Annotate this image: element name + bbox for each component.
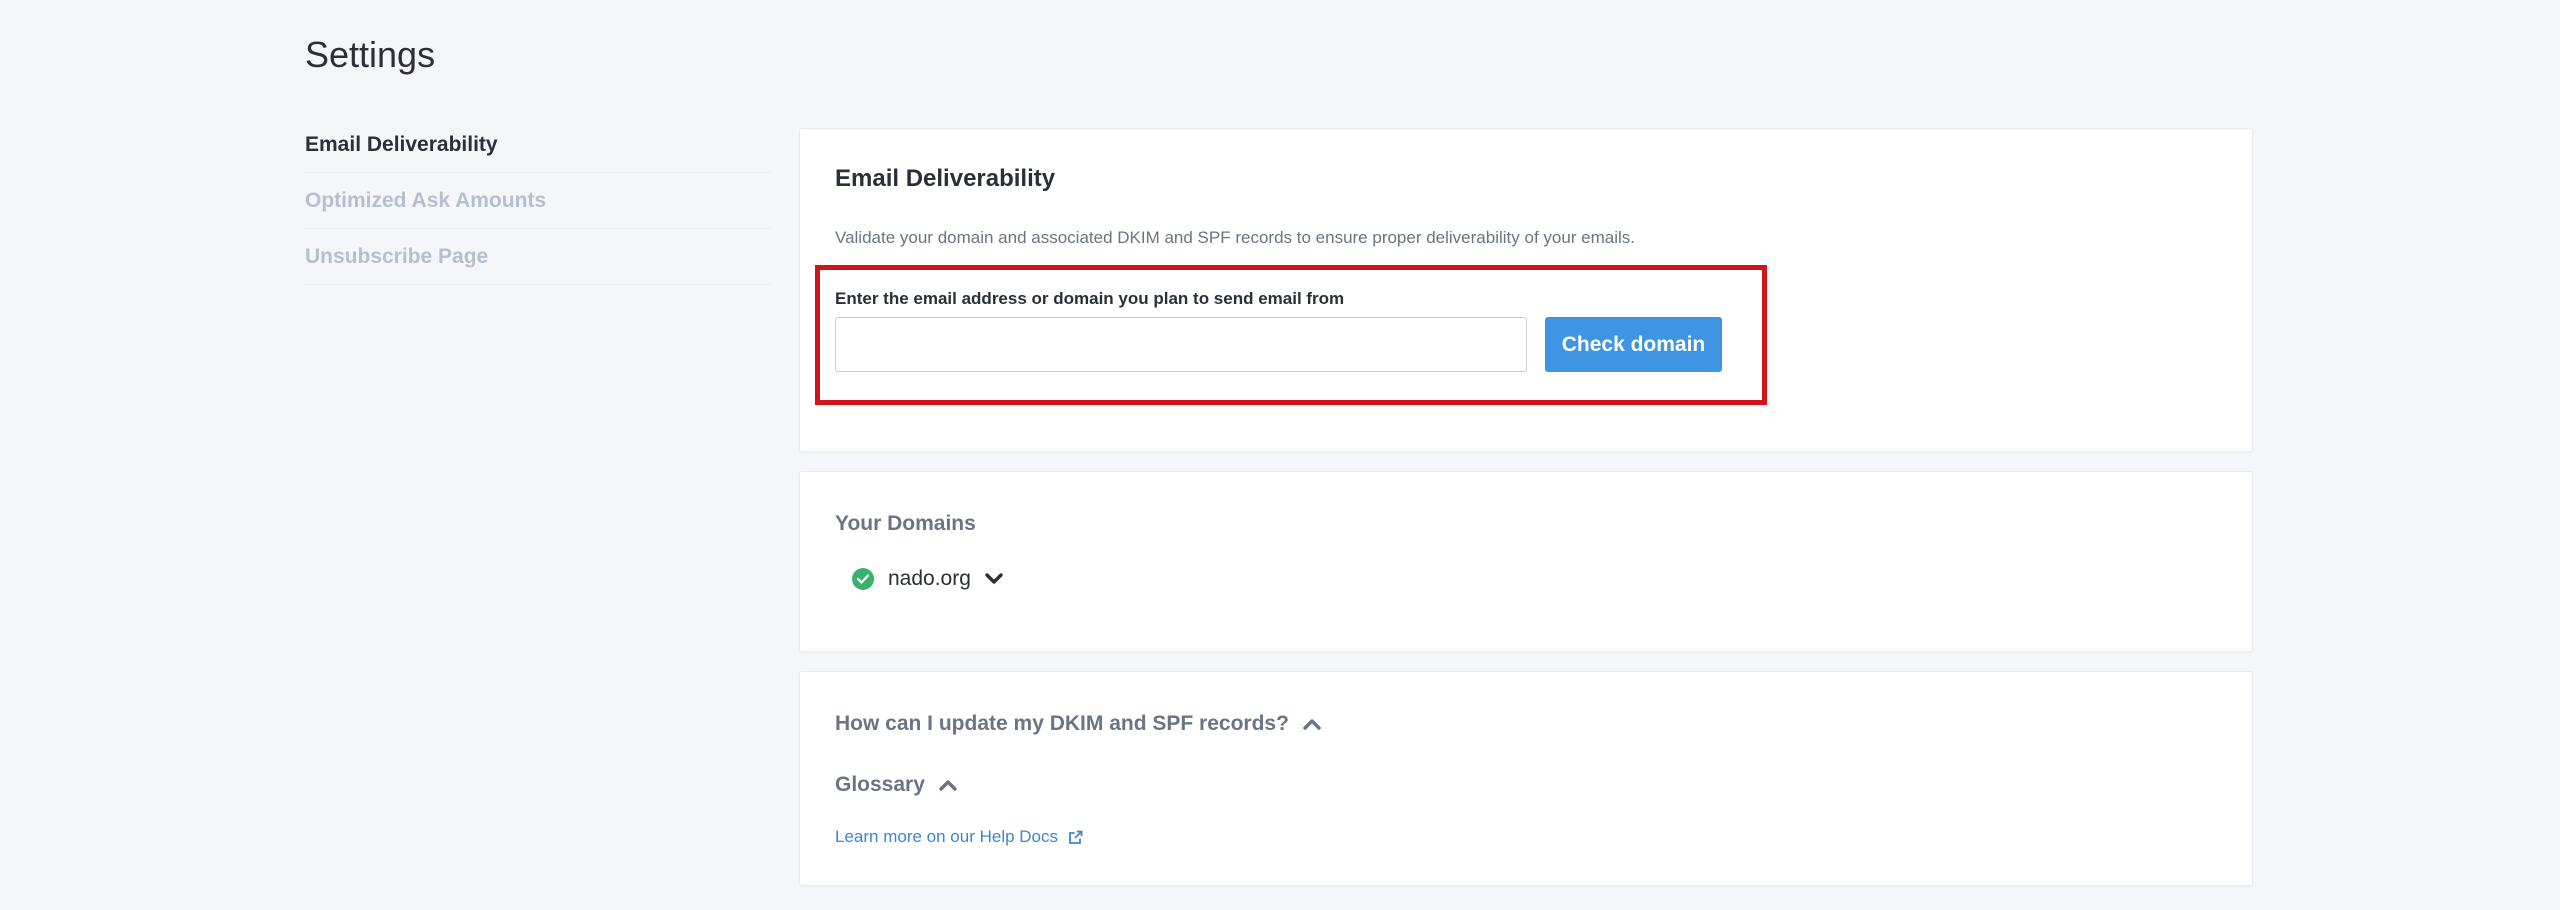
sidebar-item-email-deliverability[interactable]: Email Deliverability bbox=[305, 117, 771, 173]
your-domains-heading: Your Domains bbox=[835, 512, 976, 535]
chevron-up-icon bbox=[939, 780, 957, 791]
page-title: Settings bbox=[305, 34, 436, 75]
domain-item[interactable]: nado.org bbox=[852, 567, 1003, 591]
help-docs-link[interactable]: Learn more on our Help Docs bbox=[835, 827, 1083, 847]
external-link-icon bbox=[1069, 830, 1083, 844]
check-circle-icon bbox=[852, 568, 874, 590]
domain-name: nado.org bbox=[888, 567, 971, 590]
sidebar-item-unsubscribe-page[interactable]: Unsubscribe Page bbox=[305, 229, 771, 285]
glossary-toggle[interactable]: Glossary bbox=[835, 773, 957, 797]
domain-input[interactable] bbox=[835, 317, 1527, 372]
help-docs-link-label: Learn more on our Help Docs bbox=[835, 827, 1059, 846]
faq-heading-label: How can I update my DKIM and SPF records… bbox=[835, 712, 1289, 735]
chevron-down-icon[interactable] bbox=[985, 572, 1003, 586]
chevron-up-icon bbox=[1303, 719, 1321, 730]
your-domains-card: Your Domains nado.org bbox=[799, 471, 2253, 652]
domain-field-label: Enter the email address or domain you pl… bbox=[835, 289, 1345, 308]
card-title: Email Deliverability bbox=[835, 165, 1056, 192]
email-deliverability-card: Email Deliverability Validate your domai… bbox=[799, 128, 2253, 452]
card-description: Validate your domain and associated DKIM… bbox=[835, 228, 1636, 247]
dkim-spf-faq-toggle[interactable]: How can I update my DKIM and SPF records… bbox=[835, 712, 1321, 736]
sidebar-item-optimized-ask-amounts[interactable]: Optimized Ask Amounts bbox=[305, 173, 771, 229]
help-card: How can I update my DKIM and SPF records… bbox=[799, 671, 2253, 886]
glossary-heading-label: Glossary bbox=[835, 773, 925, 796]
check-domain-button[interactable]: Check domain bbox=[1545, 317, 1722, 372]
settings-sidebar: Email Deliverability Optimized Ask Amoun… bbox=[305, 117, 771, 285]
